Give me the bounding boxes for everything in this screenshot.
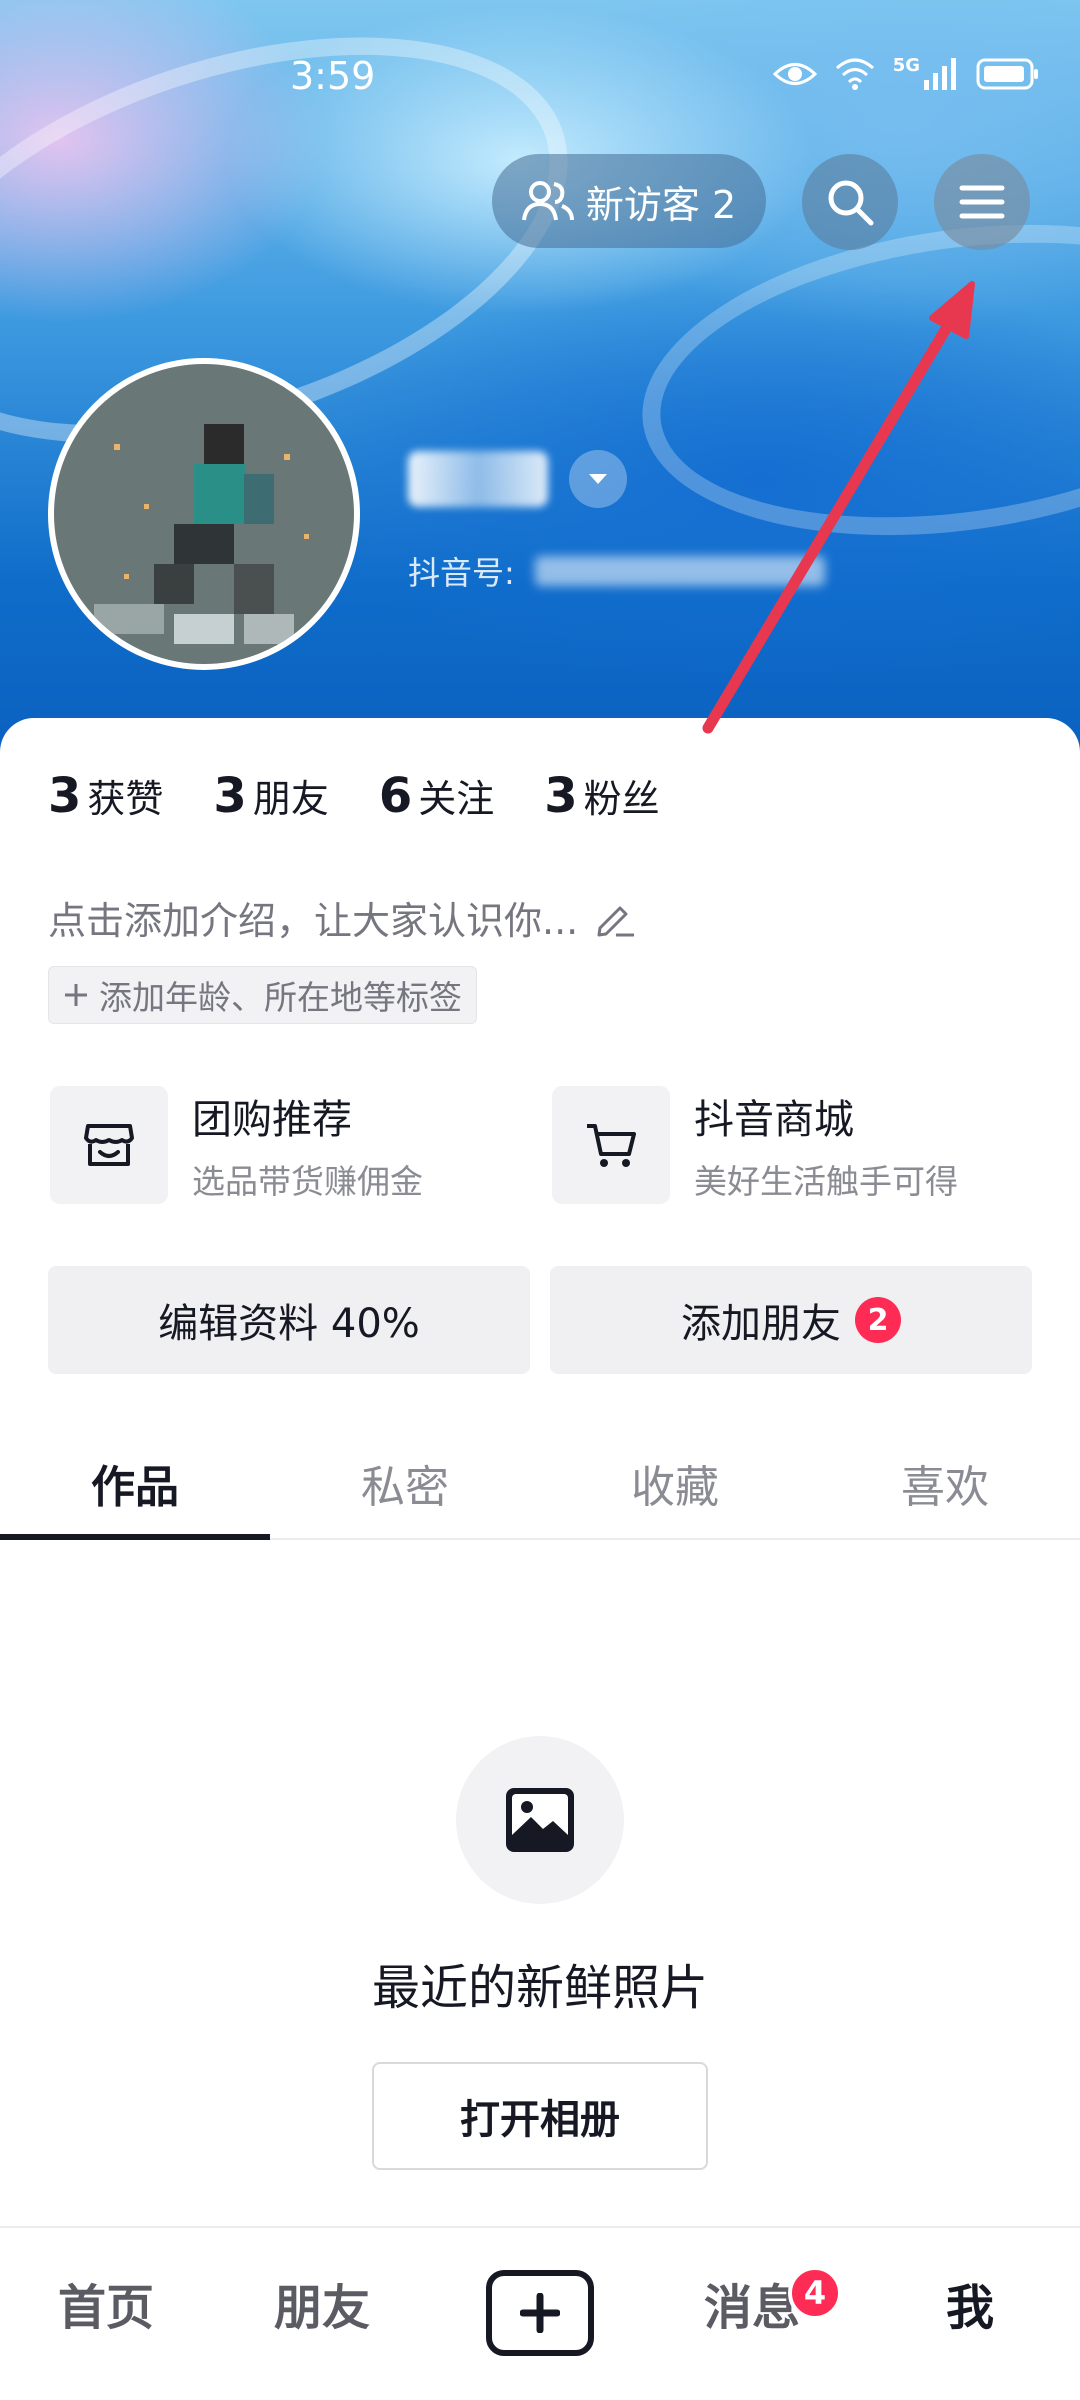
mall-subtitle: 美好生活触手可得 [694,1162,958,1201]
douyin-id-blurred [534,556,825,586]
avatar[interactable] [48,358,360,670]
tab-favorites[interactable]: 收藏 [540,1428,810,1538]
empty-state-title: 最近的新鲜照片 [371,1960,708,2016]
stat-likes-label: 获赞 [87,777,164,821]
plus-icon [520,2293,560,2333]
nav-me[interactable]: 我 [946,2268,994,2338]
nav-messages[interactable]: 消息 [704,2268,800,2338]
network-type-label: 5G [892,54,920,76]
douyin-id-label: 抖音号: [408,554,515,592]
menu-icon [959,185,1005,219]
stat-friends[interactable]: 3 朋友 [213,768,328,824]
open-album-button[interactable]: 打开相册 [372,2062,708,2170]
mall-icon-box [552,1086,670,1204]
content-tabs: 作品 私密 收藏 喜欢 [0,1428,1080,1540]
new-visitors-label: 新访客 2 [585,182,737,227]
messages-badge: 4 [788,2266,842,2320]
nav-friends[interactable]: 朋友 [274,2268,370,2338]
stat-following[interactable]: 6 关注 [379,768,494,824]
plus-icon [65,984,87,1006]
douyin-id-row: 抖音号: [408,548,825,594]
stat-friends-value: 3 [213,768,247,824]
stat-likes[interactable]: 3 获赞 [48,768,163,824]
account-switch-dropdown[interactable] [569,450,628,508]
storefront-icon [84,1124,134,1166]
add-friends-badge: 2 [855,1297,901,1343]
username-row[interactable] [408,450,868,508]
bottom-navigation: 首页 朋友 消息 4 我 [0,2226,1080,2400]
add-friends-button[interactable]: 添加朋友 2 [550,1266,1032,1374]
stat-following-value: 6 [378,768,413,824]
battery-icon [976,58,1038,90]
group-buy-subtitle: 选品带货赚佣金 [192,1162,423,1201]
wifi-icon [835,58,874,90]
photo-placeholder [456,1736,624,1904]
douyin-mall[interactable]: 抖音商城 美好生活触手可得 [552,1086,958,1204]
status-bar: 3:59 5G [0,40,1080,120]
group-buy-recommend[interactable]: 团购推荐 选品带货赚佣金 [50,1086,423,1204]
profile-card: 3 获赞 3 朋友 6 关注 3 粉丝 点击添加介绍，让大家认识你... 添加年… [0,718,1080,2228]
stat-following-label: 关注 [418,777,495,821]
bio-add-intro[interactable]: 点击添加介绍，让大家认识你... [48,890,636,945]
eye-icon [772,63,817,85]
stats-row: 3 获赞 3 朋友 6 关注 3 粉丝 [48,768,660,824]
mall-title: 抖音商城 [694,1097,854,1143]
shopping-cart-icon [587,1124,636,1167]
edit-profile-button[interactable]: 编辑资料 40% [48,1266,530,1374]
stat-friends-label: 朋友 [252,777,329,821]
stat-followers[interactable]: 3 粉丝 [544,768,659,824]
stat-followers-label: 粉丝 [583,777,660,821]
search-button[interactable] [802,154,898,250]
group-buy-title: 团购推荐 [192,1097,352,1143]
username-blurred [408,451,548,507]
image-icon [506,1788,574,1852]
chevron-down-icon [589,474,608,484]
tab-likes[interactable]: 喜欢 [810,1428,1080,1538]
add-tags-label: 添加年龄、所在地等标签 [99,978,462,1017]
group-buy-icon-box [50,1086,168,1204]
search-icon [828,180,874,226]
add-tags-chip[interactable]: 添加年龄、所在地等标签 [48,966,477,1024]
tab-works[interactable]: 作品 [0,1428,270,1540]
bio-placeholder: 点击添加介绍，让大家认识你... [48,899,579,943]
edit-profile-label: 编辑资料 40% [158,1301,420,1347]
visitors-icon [521,181,574,221]
add-friends-label: 添加朋友 [681,1301,841,1347]
edit-pencil-icon [597,906,635,936]
stat-likes-value: 3 [48,768,82,824]
stat-followers-value: 3 [544,768,578,824]
nav-home[interactable]: 首页 [58,2268,154,2338]
tab-private[interactable]: 私密 [270,1428,540,1538]
create-post-button[interactable] [486,2270,594,2356]
status-time: 3:59 [290,54,376,98]
new-visitors-button[interactable]: 新访客 2 [492,154,766,248]
menu-button[interactable] [934,154,1030,250]
signal-icon [924,58,956,90]
